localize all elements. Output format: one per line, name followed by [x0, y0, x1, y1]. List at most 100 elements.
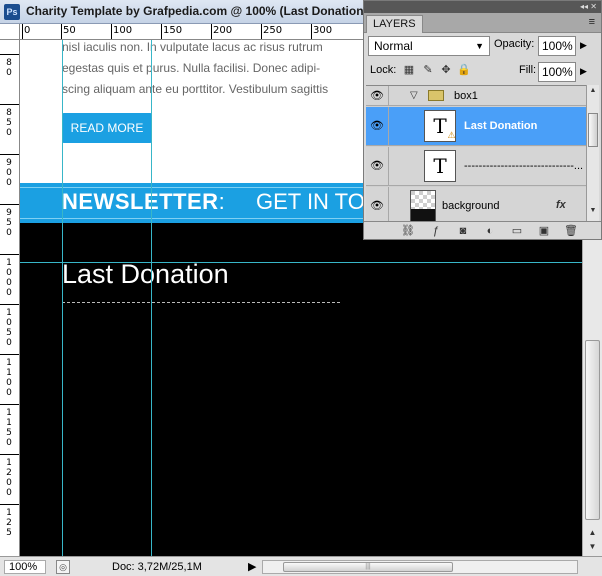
opacity-slider-arrow-icon[interactable]: ▶: [580, 40, 587, 51]
fill-slider-arrow-icon[interactable]: ▶: [580, 66, 587, 77]
lock-all-icon[interactable]: 🔒: [457, 63, 471, 77]
last-donation-heading[interactable]: Last Donation: [62, 259, 229, 290]
adjustment-layer-icon[interactable]: ◐: [482, 223, 498, 239]
zoom-level-field[interactable]: 100%: [4, 560, 46, 574]
horizontal-scrollbar[interactable]: |||: [262, 560, 578, 574]
horizontal-scroll-thumb[interactable]: |||: [283, 562, 453, 572]
scroll-down-arrow-icon[interactable]: ▼: [585, 540, 600, 554]
new-group-icon[interactable]: ▭: [509, 223, 525, 239]
newsletter-heading: NEWSLETTER:: [62, 189, 225, 215]
text-layer-thumbnail-icon: T: [424, 150, 456, 182]
layer-effects-icon[interactable]: fx: [556, 199, 566, 211]
vertical-scrollbar[interactable]: ▲ ▼: [582, 240, 602, 556]
ruler-label: 8 5 0: [6, 108, 12, 138]
panel-tab-bar: LAYERS ≡: [364, 13, 601, 33]
add-mask-icon[interactable]: ◙: [455, 223, 471, 239]
ruler-tick: [0, 354, 19, 355]
ruler-tick: [0, 54, 19, 55]
divider: [388, 86, 389, 105]
read-more-button[interactable]: READ MORE: [62, 113, 152, 143]
eye-visibility-icon[interactable]: 👁: [368, 119, 386, 133]
scroll-down-arrow-icon[interactable]: ▼: [587, 207, 599, 214]
lock-image-pixels-icon[interactable]: ✎: [421, 63, 435, 77]
layer-row-last-donation[interactable]: 👁 T ⚠ Last Donation: [366, 107, 586, 146]
panel-menu-icon[interactable]: ≡: [589, 16, 595, 28]
layer-list-scrollbar[interactable]: ▲ ▼: [586, 85, 599, 221]
chevron-down-icon: ▼: [475, 41, 484, 51]
ruler-label: 1 0 5 0: [6, 308, 12, 348]
opacity-field[interactable]: 100%: [538, 36, 576, 56]
divider: [388, 187, 389, 221]
ruler-label: 1 2 0 0: [6, 458, 12, 498]
warning-icon: ⚠: [447, 131, 456, 141]
panel-collapse-close-icon[interactable]: ◂◂ ✕: [580, 1, 597, 12]
scroll-up-arrow-icon[interactable]: ▲: [587, 87, 599, 94]
scroll-up-arrow-icon[interactable]: ▲: [585, 526, 600, 540]
ruler-label: 1 2 5: [6, 508, 12, 538]
ruler-tick: [22, 24, 23, 39]
photoshop-window: Ps Charity Template by Grafpedia.com @ 1…: [0, 0, 602, 576]
ruler-label: 200: [213, 25, 233, 36]
ruler-tick: [0, 104, 19, 105]
vertical-scroll-thumb[interactable]: [585, 340, 600, 520]
ruler-tick: [0, 204, 19, 205]
ruler-tick: [0, 454, 19, 455]
layer-name[interactable]: background: [442, 200, 500, 212]
blend-mode-dropdown[interactable]: Normal ▼: [368, 36, 490, 56]
ruler-tick: [0, 504, 19, 505]
newsletter-cta-text: GET IN TO: [256, 189, 365, 214]
blend-mode-value: Normal: [374, 39, 413, 53]
layer-name[interactable]: ------------------------------...: [464, 160, 583, 172]
layer-name[interactable]: Last Donation: [464, 120, 537, 132]
ruler-label: 9 0 0: [6, 158, 12, 188]
ruler-tick: [161, 24, 162, 39]
divider: [388, 147, 389, 185]
link-layers-icon[interactable]: ⛓: [400, 223, 416, 239]
eye-visibility-icon[interactable]: 👁: [368, 199, 386, 213]
layer-row-dashes[interactable]: 👁 T ------------------------------...: [366, 147, 586, 186]
vertical-ruler[interactable]: 8 0 8 5 0 9 0 0 9 5 0 1 0 0 0 1 0 5 0 1 …: [0, 40, 20, 556]
trash-icon[interactable]: 🗑: [563, 223, 579, 239]
layer-name[interactable]: box1: [454, 90, 478, 102]
fill-field[interactable]: 100%: [538, 62, 576, 82]
ruler-tick: [0, 404, 19, 405]
ruler-label: 1 1 0 0: [6, 358, 12, 398]
ruler-origin[interactable]: [0, 24, 20, 40]
document-status-icon[interactable]: ◎: [56, 560, 70, 574]
status-bar: 100% ◎ Doc: 3,72M/25,1M ▶ |||: [0, 556, 602, 576]
add-layer-style-icon[interactable]: ƒ: [428, 223, 444, 239]
ruler-label: 1 1 5 0: [6, 408, 12, 448]
status-menu-arrow-icon[interactable]: ▶: [248, 560, 256, 573]
guide-line-horizontal[interactable]: [20, 262, 582, 263]
new-layer-icon[interactable]: ▣: [536, 223, 552, 239]
body-text-line: egestas quis et purus. Nulla facilisi. D…: [62, 61, 321, 75]
fill-label: Fill:: [519, 64, 537, 76]
layer-list-scroll-thumb[interactable]: [588, 113, 598, 147]
ruler-label: 50: [63, 25, 76, 36]
layer-row-box1[interactable]: 👁 ▽ box1: [366, 86, 586, 106]
newsletter-label: NEWSLETTER: [62, 189, 219, 214]
guide-line-vertical[interactable]: [62, 40, 63, 556]
ruler-tick: [311, 24, 312, 39]
lock-position-icon[interactable]: ✥: [439, 63, 453, 77]
dashed-separator: [62, 302, 340, 303]
layer-row-background[interactable]: 👁 background fx: [366, 187, 586, 221]
photoshop-app-icon: Ps: [4, 4, 20, 20]
ruler-tick: [111, 24, 112, 39]
ruler-label: 9 5 0: [6, 208, 12, 238]
lock-transparent-pixels-icon[interactable]: ▦: [402, 63, 416, 77]
body-text-line: scing aliquam ante eu porttitor. Vestibu…: [62, 82, 329, 96]
folder-icon: [428, 90, 444, 101]
eye-visibility-icon[interactable]: 👁: [368, 159, 386, 173]
group-expand-arrow-icon[interactable]: ▽: [410, 90, 418, 101]
text-layer-thumbnail-icon: T ⚠: [424, 110, 456, 142]
guide-line-vertical[interactable]: [151, 40, 152, 556]
panel-header-strip[interactable]: ◂◂ ✕: [364, 1, 601, 13]
layer-list: 👁 ▽ box1 👁 T ⚠ Last Donation 👁 T -------…: [366, 85, 586, 221]
ruler-tick: [211, 24, 212, 39]
ruler-tick: [61, 24, 62, 39]
layers-panel-footer: ⛓ ƒ ◙ ◐ ▭ ▣ 🗑: [364, 221, 601, 239]
tab-layers[interactable]: LAYERS: [366, 15, 423, 33]
ruler-label: 1 0 0 0: [6, 258, 12, 298]
eye-visibility-icon[interactable]: 👁: [368, 89, 386, 103]
